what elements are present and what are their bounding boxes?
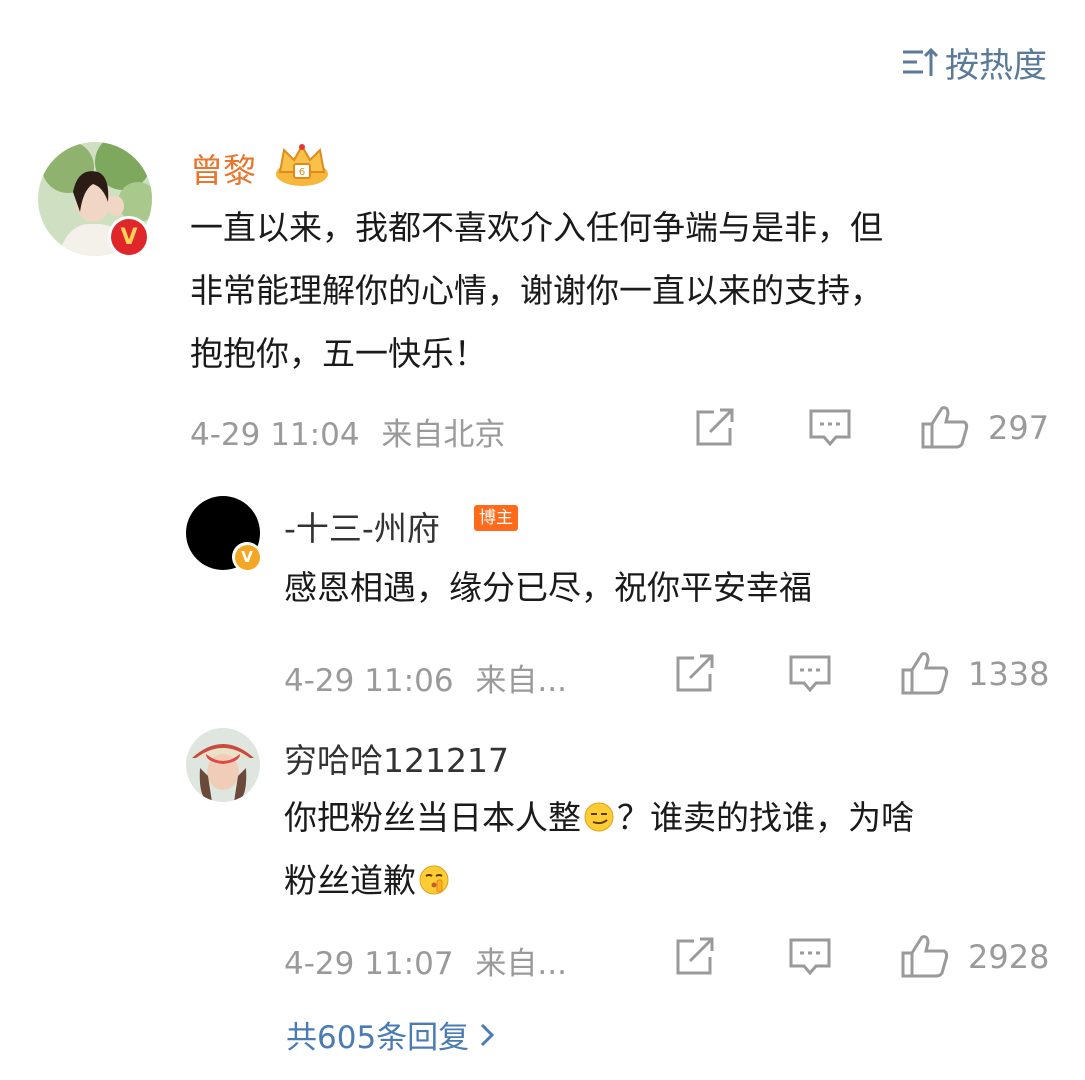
svg-text:6: 6 [299,167,305,178]
reply2-line2-text: 粉丝道歉 [284,861,416,900]
crown-vip-icon: 6 [276,143,328,186]
reply1-comment-button[interactable] [788,654,832,694]
verified-gold-v-icon: V [232,542,262,572]
reply1-meta: 4-29 11:06 来自... [284,655,567,700]
avatar-photo [186,728,260,802]
thumbs-up-icon [901,935,949,978]
smirk-emoji-icon [584,802,614,832]
main-comment-time: 4-29 11:04 [190,417,360,453]
reply1-username[interactable]: -十三-州府 [284,502,440,550]
shush-emoji-icon [419,865,449,895]
reply2-line1-b: ？谁卖的找谁，为啥 [617,798,914,837]
reply2-line1: 你把粉丝当日本人整 ？谁卖的找谁，为啥 [284,786,1064,849]
comment-icon [789,655,831,693]
thumbs-up-icon [901,652,949,695]
main-comment-line3: 抱抱你，五一快乐！ [190,334,487,373]
share-icon [676,937,714,975]
reply2-share-button[interactable] [674,937,716,977]
reply2-like-count: 2928 [968,938,1050,976]
reply2-like-button[interactable] [900,933,950,979]
share-button[interactable] [694,408,736,448]
sort-lines-icon [903,47,939,76]
reply1-time: 4-29 11:06 [284,663,454,699]
main-comment-line2: 非常能理解你的心情，谢谢你一直以来的支持， [190,271,883,310]
reply2-comment-button[interactable] [788,937,832,977]
main-comment-line1: 一直以来，我都不喜欢介入任何争端与是非，但 [190,208,883,247]
more-replies-label: 共605条回复 [286,1020,470,1056]
sort-label: 按热度 [945,46,1047,86]
reply1-text: 感恩相遇，缘分已尽，祝你平安幸福 [284,556,1044,619]
reply2-line2: 粉丝道歉 [284,849,1064,912]
reply2-location: 来自... [475,946,567,982]
comment-icon [789,938,831,976]
main-comment-location: 来自北京 [381,417,506,453]
reply2-text: 你把粉丝当日本人整 ？谁卖的找谁，为啥 粉丝道歉 [284,786,1064,912]
reply1-like-count: 1338 [968,655,1050,693]
more-replies-link[interactable]: 共605条回复 [286,1012,495,1057]
main-username[interactable]: 曾黎 [190,144,256,192]
chevron-right-icon [481,1023,495,1046]
avatar-reply2[interactable] [186,728,260,802]
reply1-like-button[interactable] [900,650,950,696]
reply2-time: 4-29 11:07 [284,946,454,982]
blogger-tag: 博主 [474,505,518,531]
thumbs-up-icon [921,406,969,449]
comment-thread: 按热度 V 曾黎 6 一直以来，我都不喜欢介入任何争端与是非，但 非常能理解你的… [0,0,1085,1080]
share-icon [696,408,734,446]
main-comment-meta: 4-29 11:04 来自北京 [190,409,505,454]
reply1-line1: 感恩相遇，缘分已尽，祝你平安幸福 [284,568,812,607]
reply2-meta: 4-29 11:07 来自... [284,938,567,983]
like-button[interactable] [920,404,970,450]
reply1-location: 来自... [475,663,567,699]
sort-by-hot-button[interactable]: 按热度 [901,38,1047,87]
reply2-line1-a: 你把粉丝当日本人整 [284,798,581,837]
main-comment-text: 一直以来，我都不喜欢介入任何争端与是非，但 非常能理解你的心情，谢谢你一直以来的… [190,196,1050,385]
verified-red-v-icon: V [108,216,150,258]
reply2-username[interactable]: 穷哈哈121217 [284,734,509,782]
share-icon [676,654,714,692]
comment-button[interactable] [808,408,852,448]
reply1-share-button[interactable] [674,654,716,694]
comment-icon [809,409,851,447]
main-like-count: 297 [988,409,1050,447]
